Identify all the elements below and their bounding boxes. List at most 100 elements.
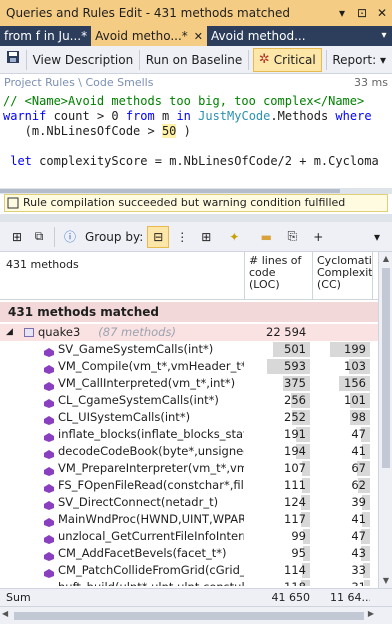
query-code-editor[interactable]: // <Name>Avoid methods too big, too comp…: [0, 92, 392, 188]
method-icon: [44, 447, 54, 459]
loc-value: 501: [284, 342, 306, 356]
method-row[interactable]: CM_AddFacetBevels(facet_t*) 95 43: [0, 545, 378, 562]
scroll-right-icon[interactable]: ▶: [368, 609, 374, 618]
assembly-name: quake3: [38, 325, 81, 339]
code-line: warnif count > 0 from m in JustMyCode.Me…: [3, 109, 392, 124]
loc-value: 111: [284, 478, 306, 492]
group-by-namespace-icon[interactable]: ⋮: [171, 226, 193, 248]
method-name: huft_build(ulnt*,ulnt,ulnt,constulnt*,co…: [58, 579, 244, 586]
tab-query-2[interactable]: Avoid metho...* ✕: [91, 26, 208, 46]
method-name: CL_UISystemCalls(int*): [58, 410, 191, 424]
sum-loc: 41 650: [271, 591, 311, 604]
dropdown-icon[interactable]: ▾: [332, 6, 352, 20]
scroll-down-icon[interactable]: ▼: [379, 574, 392, 588]
add-icon[interactable]: +: [307, 226, 329, 248]
loc-value: 99: [291, 529, 306, 543]
method-icon: [44, 430, 54, 442]
loc-value: 252: [284, 410, 306, 424]
highlight-icon[interactable]: ✦: [223, 226, 245, 248]
code-keyword: in: [176, 109, 191, 123]
method-row[interactable]: decodeCodeBook(byte*,unsignedshort) 194 41: [0, 443, 378, 460]
method-row[interactable]: VM_CallInterpreted(vm_t*,int*) 375 156: [0, 375, 378, 392]
method-icon: [44, 464, 54, 476]
method-row[interactable]: VM_PrepareInterpreter(vm_t*,vmHeader_t*)…: [0, 460, 378, 477]
critical-label: Critical: [273, 52, 316, 67]
method-name: VM_PrepareInterpreter(vm_t*,vmHeader_t*): [58, 461, 244, 475]
method-row[interactable]: CM_PatchCollideFromGrid(cGrid_t*,patchCo…: [0, 562, 378, 579]
code-line: // <Name>Avoid methods too big, too comp…: [3, 94, 392, 109]
scroll-left-icon[interactable]: ◀: [2, 609, 8, 618]
method-row[interactable]: inflate_blocks(inflate_blocks_statef*,z_…: [0, 426, 378, 443]
scroll-up-icon[interactable]: ▲: [379, 252, 392, 266]
name-column-header[interactable]: 431 methods: [6, 258, 79, 271]
code-number: 2: [284, 154, 293, 168]
scrollbar-thumb[interactable]: [382, 268, 390, 468]
method-name: inflate_blocks(inflate_blocks_statef*,z_…: [58, 427, 244, 441]
method-row[interactable]: CL_UISystemCalls(int*) 252 98: [0, 409, 378, 426]
scrollbar-thumb[interactable]: [0, 189, 340, 193]
cc-value: 31: [330, 579, 370, 586]
method-row[interactable]: SV_DirectConnect(netadr_t) 124 39: [0, 494, 378, 511]
tab-list-icon[interactable]: ▾: [376, 26, 392, 46]
chevron-down-icon: ▾: [379, 52, 386, 67]
collapse-all-icon[interactable]: ⧉: [28, 226, 50, 248]
code-text: ): [176, 124, 191, 138]
method-row[interactable]: unzlocal_GetCurrentFileInfoInternal(unzF…: [0, 528, 378, 545]
toolbar-separator: [54, 226, 55, 247]
editor-toolbar: View Description Run on Baseline ✲ Criti…: [0, 46, 392, 74]
save-icon[interactable]: [0, 48, 26, 72]
assembly-name-cell: quake3 (87 methods): [38, 324, 224, 341]
code-comment: // <Name>Avoid methods too big, too comp…: [3, 94, 365, 108]
cc-value: 101: [344, 393, 366, 407]
results-vertical-scrollbar[interactable]: ▲ ▼: [378, 252, 392, 588]
warning-icon: [7, 195, 21, 211]
cc-value: 62: [351, 478, 366, 492]
pin-icon[interactable]: ⊡: [352, 6, 372, 20]
results-horizontal-scrollbar[interactable]: ◀ ▶: [0, 606, 392, 624]
cc-column-header[interactable]: Cyclomatic Complexity (CC): [312, 252, 372, 300]
tab-label: Avoid metho...*: [95, 29, 188, 43]
method-name: FS_FOpenFileRead(constchar*,fileHandle_t…: [58, 478, 244, 492]
sum-label: Sum: [6, 591, 31, 604]
run-on-baseline-button[interactable]: Run on Baseline: [140, 48, 248, 72]
options-dropdown-icon[interactable]: ▾: [366, 226, 388, 248]
group-by-type-icon[interactable]: ⊞: [195, 226, 217, 248]
method-name: SV_GameSystemCalls(int*): [58, 342, 214, 356]
critical-toggle[interactable]: ✲ Critical: [252, 47, 322, 72]
method-row[interactable]: huft_build(ulnt*,ulnt,ulnt,constulnt*,co…: [0, 579, 378, 586]
loc-value: 194: [284, 444, 306, 458]
cc-value: 103: [344, 359, 366, 373]
report-dropdown[interactable]: Report: ▾: [326, 48, 392, 72]
code-keyword: warnif: [3, 109, 47, 123]
toolbar-separator: [248, 49, 249, 70]
method-row[interactable]: SV_GameSystemCalls(int*) 501 199: [0, 341, 378, 358]
method-row[interactable]: VM_Compile(vm_t*,vmHeader_t*) 593 103: [0, 358, 378, 375]
tab-query-3[interactable]: Avoid method...: [207, 26, 310, 46]
cc-value: 41: [351, 444, 366, 458]
method-icon: [44, 566, 54, 578]
loc-column-header[interactable]: # lines of code (LOC): [244, 252, 312, 300]
export-icon[interactable]: ⎘: [281, 226, 303, 248]
breadcrumb-path[interactable]: Project Rules \ Code Smells: [4, 76, 153, 89]
cc-value: 199: [344, 342, 366, 356]
expand-all-icon[interactable]: ⊞: [6, 226, 28, 248]
method-row[interactable]: CL_CgameSystemCalls(int*) 256 101: [0, 392, 378, 409]
scrollbar-thumb[interactable]: [14, 612, 364, 620]
collapse-icon[interactable]: ◢: [6, 324, 13, 341]
assembly-row[interactable]: ◢ quake3 (87 methods) 22 594: [0, 324, 378, 341]
method-row[interactable]: MainWndProc(HWND,UINT,WPARAM,LPARAM) 117 4…: [0, 511, 378, 528]
info-icon[interactable]: ⓘ: [59, 226, 81, 248]
tab-query-1[interactable]: from f in Ju...*: [0, 26, 91, 46]
group-by-assembly-icon[interactable]: ⊟: [147, 225, 170, 248]
method-name: CM_AddFacetBevels(facet_t*): [58, 546, 227, 560]
close-tab-icon[interactable]: ✕: [194, 30, 203, 43]
cc-value: 98: [351, 410, 366, 424]
method-icon: [44, 362, 54, 374]
pane-splitter[interactable]: [0, 214, 392, 222]
folder-icon[interactable]: ▬: [255, 226, 277, 248]
close-icon[interactable]: ✕: [372, 6, 392, 20]
view-description-button[interactable]: View Description: [27, 48, 140, 72]
method-row[interactable]: FS_FOpenFileRead(constchar*,fileHandle_t…: [0, 477, 378, 494]
loc-value: 117: [284, 512, 306, 526]
document-tabs: from f in Ju...* Avoid metho...* ✕ Avoid …: [0, 26, 392, 46]
